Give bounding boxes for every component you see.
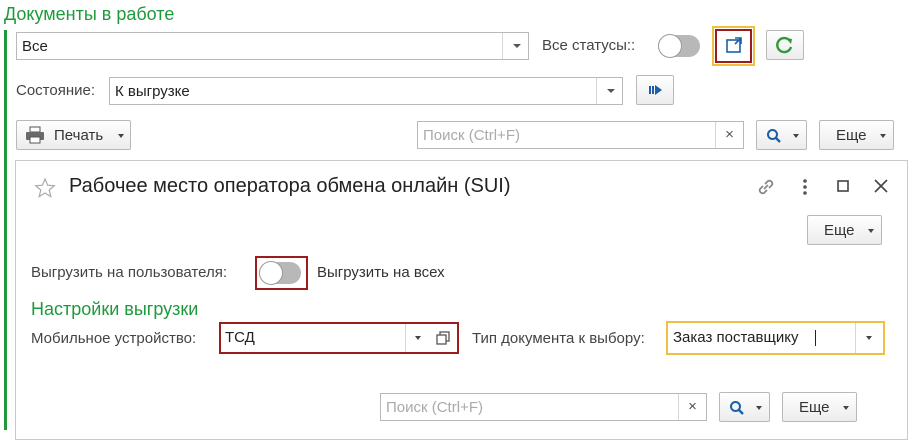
status-label: Все статусы:: — [542, 37, 636, 54]
filter-field[interactable]: Все — [16, 32, 529, 60]
maximize-icon[interactable] — [836, 179, 850, 193]
refresh-button[interactable] — [766, 30, 804, 60]
doc-type-field[interactable]: Заказ поставщику — [666, 321, 885, 355]
chevron-down-icon[interactable] — [596, 78, 622, 104]
more-vert-icon[interactable] — [799, 177, 811, 197]
export-button[interactable] — [715, 29, 752, 63]
search-icon — [730, 401, 744, 415]
settings-title: Настройки выгрузки — [31, 299, 199, 319]
search-icon — [767, 129, 781, 143]
text-cursor — [815, 330, 816, 346]
toggle-knob — [259, 261, 283, 285]
upload-user-label: Выгрузить на пользователя: — [31, 264, 227, 281]
chevron-down-icon — [843, 406, 849, 410]
dialog-title: Рабочее место оператора обмена онлайн (S… — [69, 175, 511, 197]
run-icon — [649, 85, 662, 95]
state-value: К выгрузке — [115, 83, 190, 100]
all-statuses-toggle[interactable] — [658, 34, 700, 58]
search-button[interactable] — [756, 120, 807, 150]
clear-search-button[interactable]: × — [715, 122, 743, 148]
upload-user-toggle[interactable] — [259, 261, 301, 285]
link-icon[interactable] — [755, 176, 777, 198]
export-icon — [726, 37, 742, 53]
close-icon[interactable] — [873, 178, 889, 194]
chevron-down-icon[interactable] — [855, 323, 883, 353]
run-button[interactable] — [636, 75, 674, 105]
search-placeholder: Поиск (Ctrl+F) — [423, 127, 520, 144]
dialog-search-button[interactable] — [719, 392, 770, 422]
doc-type-label: Тип документа к выбору: — [472, 330, 645, 347]
mobile-device-field[interactable]: ТСД — [219, 322, 459, 354]
chevron-down-icon — [118, 134, 124, 138]
dialog-more-label: Еще — [824, 222, 855, 239]
toggle-knob — [658, 34, 682, 58]
refresh-icon — [776, 36, 793, 54]
star-icon[interactable] — [34, 177, 56, 199]
chevron-down-icon — [880, 134, 886, 138]
page-title: Документы в работе — [4, 4, 175, 24]
dialog-search-placeholder: Поиск (Ctrl+F) — [386, 399, 483, 416]
upload-all-label: Выгрузить на всех — [317, 264, 445, 281]
dialog-more-button-2[interactable]: Еще — [782, 392, 857, 422]
more-button[interactable]: Еще — [819, 120, 894, 150]
open-window-icon[interactable] — [433, 329, 453, 347]
chevron-down-icon[interactable] — [502, 33, 528, 59]
filter-value: Все — [22, 38, 48, 55]
operator-workplace-dialog: Рабочее место оператора обмена онлайн (S… — [15, 160, 908, 440]
chevron-down-icon — [756, 406, 762, 410]
dialog-more2-label: Еще — [799, 399, 830, 416]
mobile-device-label: Мобильное устройство: — [31, 330, 197, 347]
print-label: Печать — [54, 127, 104, 144]
left-accent-bar — [4, 30, 7, 430]
dialog-clear-search-button[interactable]: × — [678, 394, 706, 420]
search-input[interactable]: Поиск (Ctrl+F) × — [417, 121, 744, 149]
chevron-down-icon — [868, 229, 874, 233]
dialog-search-input[interactable]: Поиск (Ctrl+F) × — [380, 393, 707, 421]
state-label: Состояние: — [16, 82, 96, 99]
state-field[interactable]: К выгрузке — [109, 77, 623, 105]
mobile-device-value: ТСД — [225, 329, 255, 346]
dialog-more-button[interactable]: Еще — [807, 215, 882, 245]
chevron-down-icon — [793, 134, 799, 138]
print-button[interactable]: Печать — [16, 120, 131, 150]
printer-icon — [26, 126, 44, 144]
doc-type-value: Заказ поставщику — [673, 329, 799, 346]
more-label: Еще — [836, 127, 867, 144]
chevron-down-icon[interactable] — [405, 324, 431, 352]
